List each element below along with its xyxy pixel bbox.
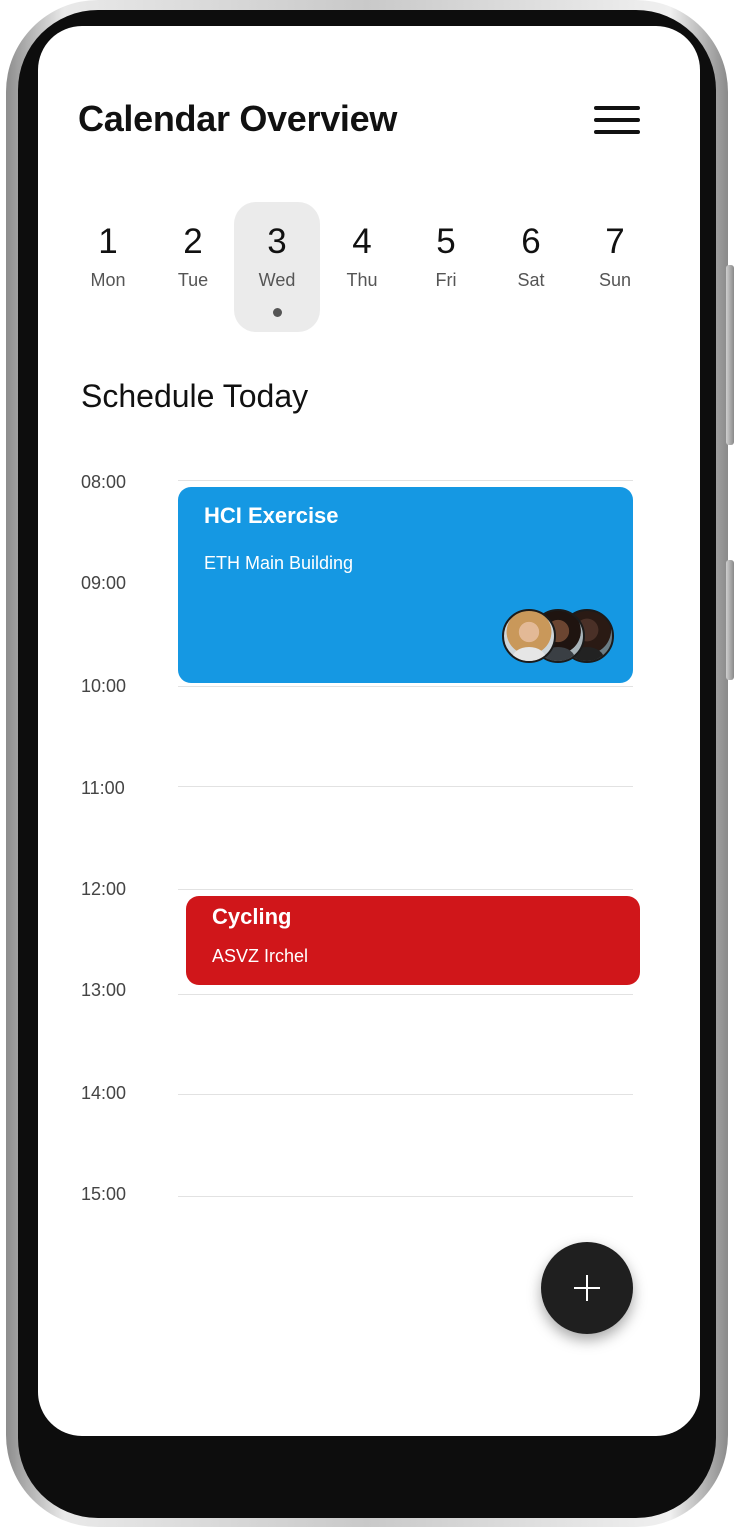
event-location: ETH Main Building bbox=[204, 553, 354, 573]
day-number: 1 bbox=[98, 222, 118, 261]
day-name: Mon bbox=[90, 270, 126, 290]
hour-divider bbox=[178, 686, 633, 687]
day-fri[interactable]: 5 Fri bbox=[403, 202, 489, 332]
schedule-timeline: 08:00 09:00 10:00 11:00 12:00 13:00 14:0… bbox=[38, 456, 700, 1236]
schedule-title: Schedule Today bbox=[81, 378, 309, 414]
day-number: 7 bbox=[605, 222, 625, 261]
time-label: 08:00 bbox=[81, 472, 127, 492]
time-label: 11:00 bbox=[81, 778, 125, 798]
day-sat[interactable]: 6 Sat bbox=[488, 202, 574, 332]
power-button bbox=[726, 560, 734, 680]
phone-device: Calendar Overview 1 Mon 2 Tue 3 Wed 4 Th bbox=[0, 0, 734, 1535]
week-day-selector: 1 Mon 2 Tue 3 Wed 4 Thu 5 Fri 6 Sat 7 Su… bbox=[65, 202, 685, 332]
day-tue[interactable]: 2 Tue bbox=[150, 202, 236, 332]
time-label: 15:00 bbox=[81, 1184, 127, 1204]
day-number: 6 bbox=[521, 222, 541, 261]
event-card-cycling[interactable]: Cycling ASVZ Irchel bbox=[186, 896, 640, 985]
day-wed-selected[interactable]: 3 Wed bbox=[234, 202, 320, 332]
time-label: 14:00 bbox=[81, 1083, 127, 1103]
participant-avatars bbox=[502, 609, 617, 667]
day-number: 2 bbox=[183, 222, 203, 261]
volume-button bbox=[726, 265, 734, 445]
day-number: 3 bbox=[267, 222, 287, 261]
day-name: Tue bbox=[177, 270, 209, 290]
plus-icon bbox=[574, 1275, 600, 1301]
time-label: 13:00 bbox=[81, 980, 127, 1000]
event-title: Cycling bbox=[212, 904, 292, 929]
time-label: 12:00 bbox=[81, 879, 127, 899]
day-sun[interactable]: 7 Sun bbox=[572, 202, 658, 332]
day-name: Wed bbox=[258, 270, 296, 290]
menu-button[interactable] bbox=[594, 104, 642, 136]
app-screen: Calendar Overview 1 Mon 2 Tue 3 Wed 4 Th bbox=[38, 26, 700, 1436]
day-name: Sun bbox=[598, 270, 632, 290]
hour-divider bbox=[178, 1196, 633, 1197]
day-number: 4 bbox=[352, 222, 372, 261]
day-name: Fri bbox=[435, 270, 457, 290]
time-label: 10:00 bbox=[81, 676, 127, 696]
event-title: HCI Exercise bbox=[204, 503, 339, 528]
hour-divider bbox=[178, 480, 633, 481]
day-thu[interactable]: 4 Thu bbox=[319, 202, 405, 332]
time-label: 09:00 bbox=[81, 573, 127, 593]
hour-divider bbox=[178, 1094, 633, 1095]
day-number: 5 bbox=[436, 222, 456, 261]
avatar[interactable] bbox=[502, 609, 556, 663]
hour-divider bbox=[178, 786, 633, 787]
page-title: Calendar Overview bbox=[78, 98, 398, 139]
day-name: Thu bbox=[346, 270, 378, 290]
hour-divider bbox=[178, 889, 633, 890]
day-name: Sat bbox=[517, 270, 545, 290]
today-indicator-dot bbox=[273, 308, 282, 317]
hour-divider bbox=[178, 994, 633, 995]
add-event-button[interactable] bbox=[541, 1242, 633, 1334]
hamburger-menu-icon bbox=[594, 106, 640, 110]
event-card-hci-exercise[interactable]: HCI Exercise ETH Main Building bbox=[178, 487, 633, 683]
event-location: ASVZ Irchel bbox=[212, 946, 309, 966]
day-mon[interactable]: 1 Mon bbox=[65, 202, 151, 332]
